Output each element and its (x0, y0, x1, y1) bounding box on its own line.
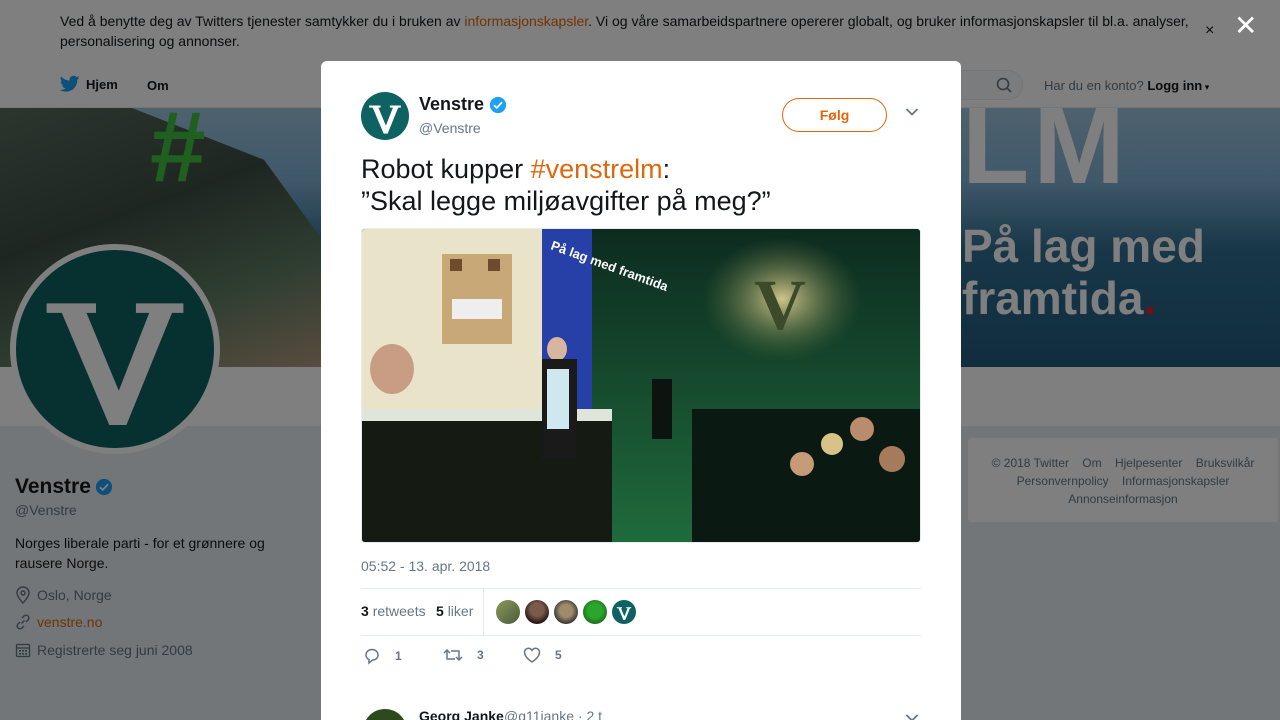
tweet-video-frame: På lag med framtida V (362, 229, 920, 542)
reply-author-name[interactable]: Georg Janke (419, 708, 504, 720)
liker-avatar[interactable] (525, 600, 549, 624)
venstre-v-icon (616, 607, 632, 620)
reply-tweet[interactable]: Georg Janke @g11janke · 2 t (361, 707, 921, 720)
close-icon[interactable]: ✕ (1234, 12, 1257, 40)
tweet-modal: Venstre @Venstre Følg Robot kupper #vens… (321, 61, 961, 720)
reply-author-handle[interactable]: @g11janke · 2 t (504, 708, 602, 720)
tweet-author-name[interactable]: Venstre (419, 94, 507, 115)
venstre-v-icon (369, 105, 401, 134)
retweets-count: 3 (361, 603, 369, 619)
tweet-actions: 1 3 5 (361, 647, 921, 667)
heart-icon (523, 647, 541, 663)
like-button[interactable]: 5 (523, 647, 562, 663)
tweet-author-handle[interactable]: @Venstre (419, 120, 481, 136)
likes-stat[interactable]: 5 liker (436, 603, 473, 619)
retweets-label: retweets (372, 603, 426, 619)
retweet-count: 3 (477, 648, 484, 662)
liker-avatars (496, 600, 641, 624)
liker-avatar[interactable] (583, 600, 607, 624)
chevron-down-icon[interactable] (905, 713, 919, 720)
liker-avatar[interactable] (612, 600, 636, 624)
tweet-video[interactable]: På lag med framtida V (361, 228, 921, 543)
like-count: 5 (555, 648, 562, 662)
liker-avatar[interactable] (496, 600, 520, 624)
reply-icon (365, 648, 379, 665)
chevron-down-icon[interactable] (905, 107, 919, 117)
reply-count: 1 (395, 649, 402, 663)
tweet-author-avatar[interactable] (361, 92, 409, 140)
hashtag-link[interactable]: #venstrelm (531, 154, 663, 184)
verified-badge-icon (489, 96, 507, 113)
tweet-author-name-text: Venstre (419, 94, 485, 114)
reply-button[interactable]: 1 (363, 647, 402, 665)
stats-divider (483, 589, 484, 635)
liker-avatar[interactable] (554, 600, 578, 624)
tweet-stats: 3 retweets 5 liker (361, 588, 921, 636)
likes-label: liker (447, 603, 474, 619)
follow-button[interactable]: Følg (782, 98, 887, 132)
likes-count: 5 (436, 603, 444, 619)
stage-v-logo: V (754, 265, 806, 345)
tweet-text-line2: ”Skal legge miljøavgifter på meg?” (361, 186, 771, 216)
retweet-icon (443, 648, 463, 662)
tweet-text-part: Robot kupper (361, 154, 531, 184)
tweet-timestamp[interactable]: 05:52 - 13. apr. 2018 (361, 558, 490, 574)
tweet-text-part: : (662, 154, 671, 184)
reply-author-avatar[interactable] (363, 709, 407, 720)
retweets-stat[interactable]: 3 retweets (361, 603, 426, 619)
tweet-text: Robot kupper #venstrelm: ”Skal legge mil… (361, 153, 931, 217)
retweet-button[interactable]: 3 (443, 647, 484, 663)
